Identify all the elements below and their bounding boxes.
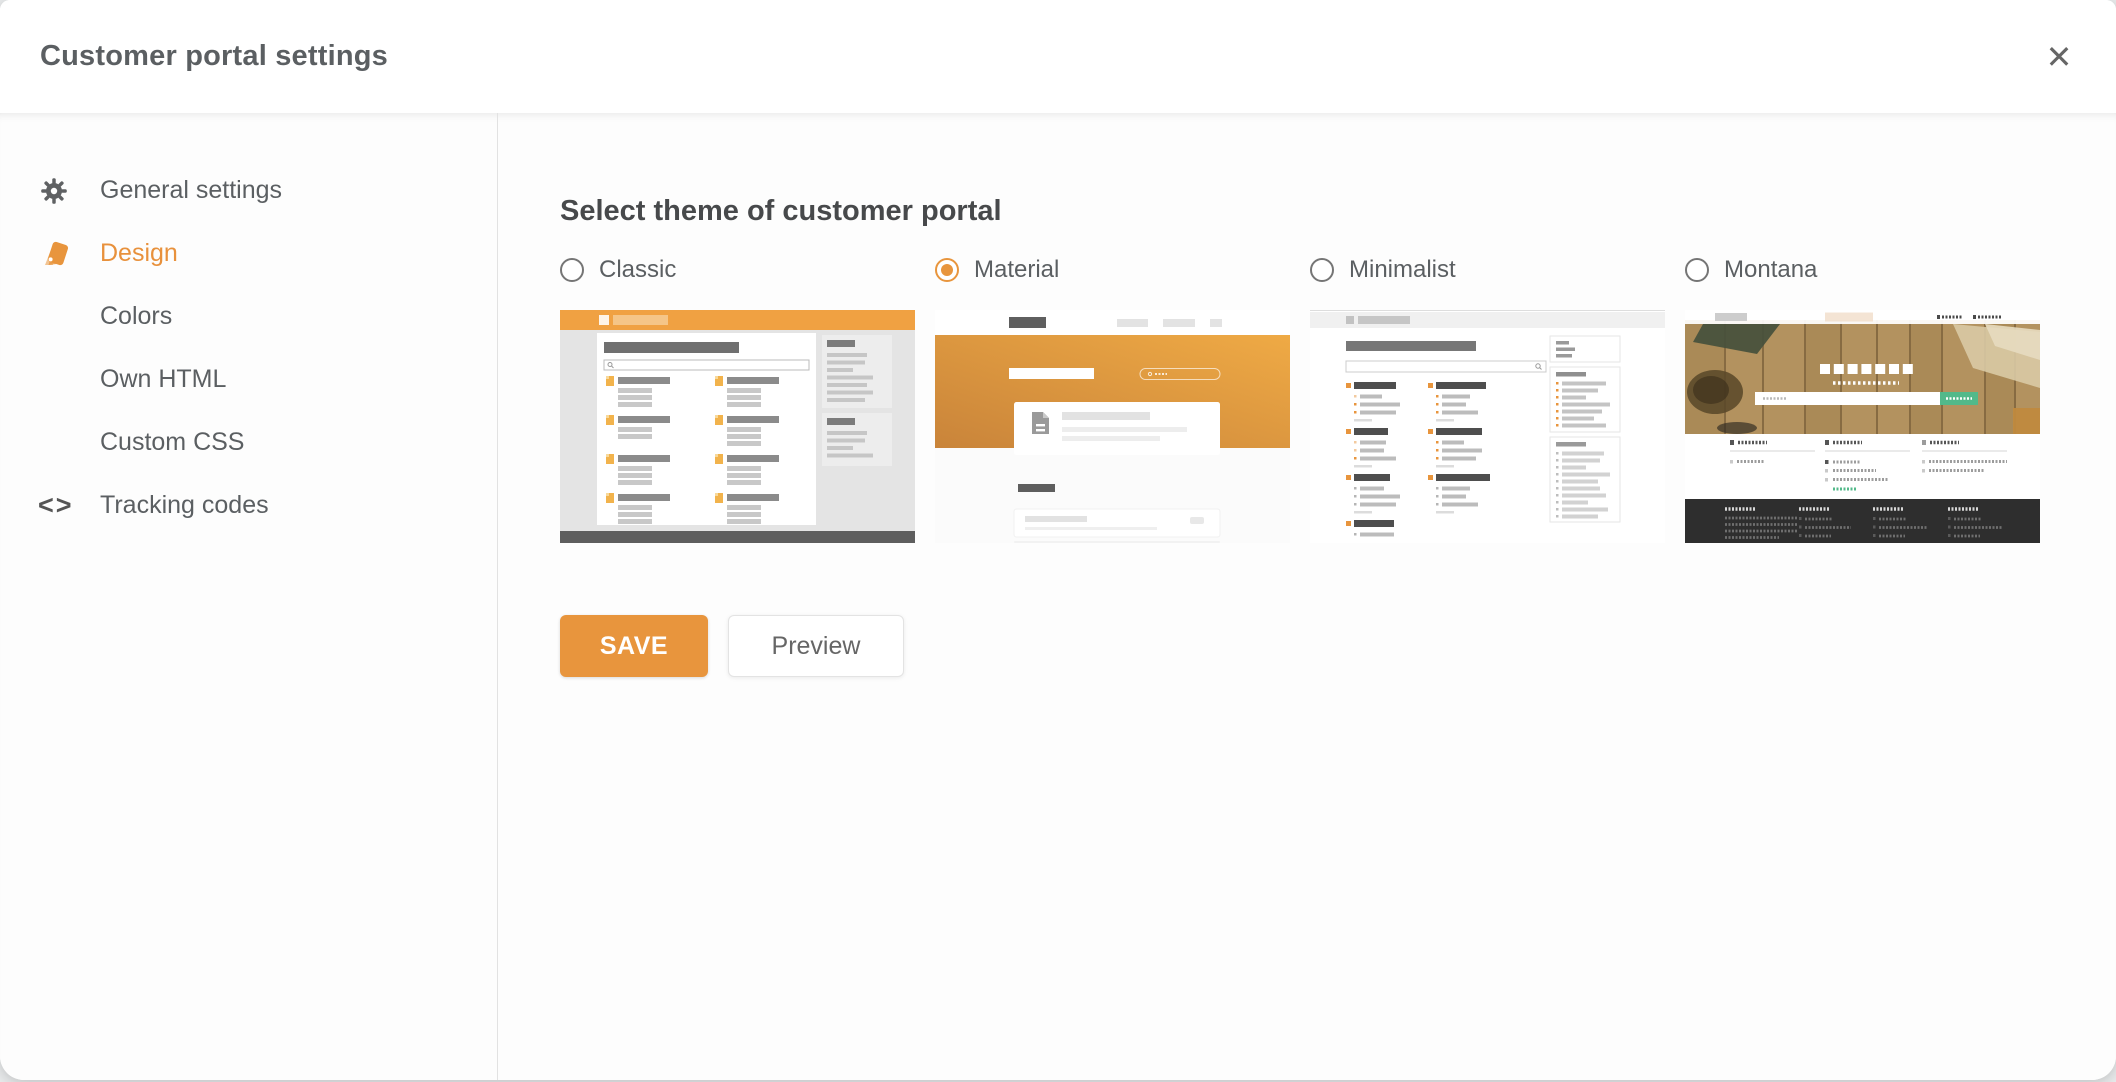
close-icon: ✕ (2046, 41, 2073, 73)
montana-radio-row[interactable]: Montana (1685, 256, 2040, 284)
minimalist-radio-row[interactable]: Minimalist (1310, 256, 1665, 284)
sidebar-item-label: Own HTML (100, 365, 226, 394)
classic-radio-button[interactable] (560, 258, 584, 282)
theme-options-row: Classic (560, 256, 2116, 543)
sidebar-item-tracking-codes[interactable]: <> Tracking codes (0, 474, 497, 537)
theme-option-montana: Montana (1685, 256, 2040, 543)
sidebar-item-design[interactable]: Design (0, 222, 497, 285)
design-swatches-icon (38, 236, 100, 272)
minimalist-radio-label: Minimalist (1349, 256, 1456, 284)
material-radio-button[interactable] (935, 258, 959, 282)
sidebar-item-own-html[interactable]: Own HTML (0, 348, 497, 411)
dialog-body: General settings Design (0, 113, 2116, 1080)
montana-theme-thumbnail[interactable] (1685, 310, 2040, 543)
dialog-header: Customer portal settings ✕ (0, 0, 2116, 113)
code-icon: <> (38, 490, 100, 521)
sidebar-item-colors[interactable]: Colors (0, 285, 497, 348)
sidebar-item-custom-css[interactable]: Custom CSS (0, 411, 497, 474)
settings-sidebar: General settings Design (0, 113, 498, 1080)
montana-radio-label: Montana (1724, 256, 1817, 284)
classic-radio-row[interactable]: Classic (560, 256, 915, 284)
sidebar-item-label: Colors (100, 302, 172, 331)
sidebar-item-label: Custom CSS (100, 428, 244, 457)
sidebar-item-label: General settings (100, 176, 282, 205)
dialog-title: Customer portal settings (40, 40, 388, 73)
theme-option-classic: Classic (560, 256, 915, 543)
action-buttons-row: SAVE Preview (560, 615, 2116, 677)
close-button[interactable]: ✕ (2036, 34, 2082, 80)
customer-portal-settings-dialog: Customer portal settings ✕ (0, 0, 2116, 1080)
minimalist-radio-button[interactable] (1310, 258, 1334, 282)
montana-radio-button[interactable] (1685, 258, 1709, 282)
theme-option-minimalist: Minimalist (1310, 256, 1665, 543)
minimalist-theme-thumbnail[interactable] (1310, 310, 1665, 543)
theme-option-material: Material (935, 256, 1290, 543)
sidebar-item-label: Design (100, 239, 178, 268)
sidebar-item-label: Tracking codes (100, 491, 269, 520)
preview-button[interactable]: Preview (728, 615, 904, 677)
save-button[interactable]: SAVE (560, 615, 708, 677)
theme-settings-panel: Select theme of customer portal Classic (498, 113, 2116, 1080)
material-radio-label: Material (974, 256, 1059, 284)
classic-radio-label: Classic (599, 256, 676, 284)
material-radio-row[interactable]: Material (935, 256, 1290, 284)
sidebar-item-general-settings[interactable]: General settings (0, 159, 497, 222)
classic-theme-thumbnail[interactable] (560, 310, 915, 543)
material-theme-thumbnail[interactable] (935, 310, 1290, 543)
gear-icon (38, 175, 100, 207)
page-title: Select theme of customer portal (560, 195, 2116, 228)
